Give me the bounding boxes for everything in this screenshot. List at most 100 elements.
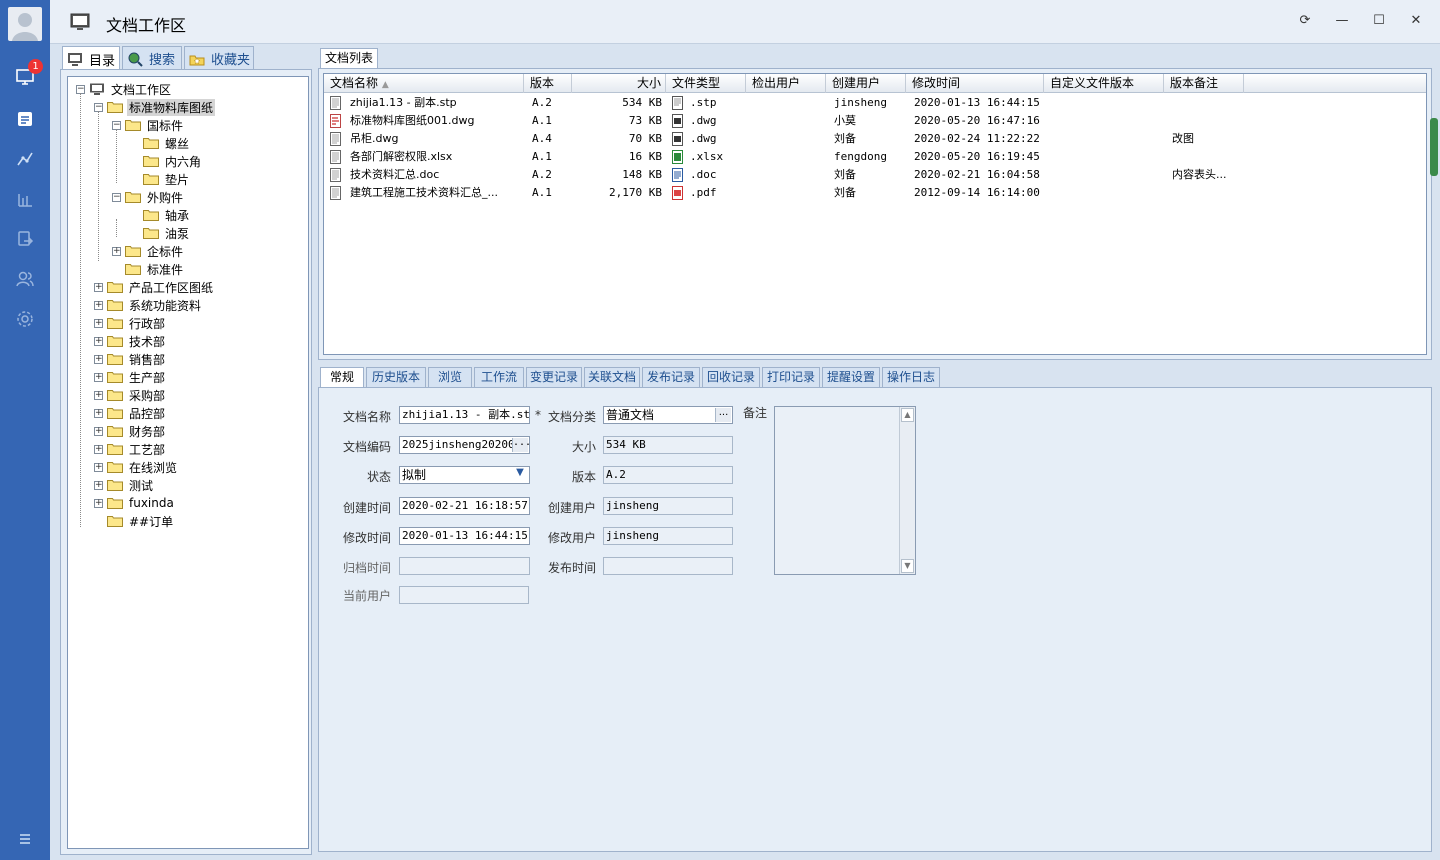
expand-icon[interactable]: +	[94, 300, 103, 310]
refresh-button[interactable]: ⟳	[1293, 10, 1317, 30]
created-time-field[interactable]: 2020-02-21 16:18:57	[399, 497, 530, 515]
tree-item[interactable]: + 测试	[94, 476, 155, 494]
expand-icon[interactable]: +	[94, 480, 103, 490]
nav-menu-icon[interactable]	[0, 824, 50, 854]
scroll-down-icon[interactable]: ▼	[901, 559, 914, 573]
notes-textarea[interactable]: ▲ ▼	[774, 406, 916, 575]
nav-documents-icon[interactable]	[0, 104, 50, 134]
code-field[interactable]: 2025jinsheng2020022 ...	[399, 436, 530, 454]
expand-icon[interactable]: +	[94, 498, 103, 508]
tree-item[interactable]: + fuxinda	[94, 494, 176, 512]
tree-item[interactable]: + 工艺部	[94, 440, 167, 458]
table-row[interactable]: 技术资料汇总.doc A.2 148 KB .doc 刘备 2020-02-21 16:0…	[324, 166, 1426, 184]
col-header-name[interactable]: 文档名称 ▲	[324, 74, 524, 93]
col-header-note[interactable]: 版本备注	[1164, 74, 1244, 93]
tab-detail[interactable]: 历史版本	[366, 367, 426, 387]
tab-detail[interactable]: 操作日志	[882, 367, 940, 387]
tree-item[interactable]: − 国标件	[112, 116, 185, 134]
tab-detail[interactable]: 变更记录	[526, 367, 582, 387]
nav-stats-icon[interactable]	[0, 184, 50, 214]
col-header-custom[interactable]: 自定义文件版本	[1044, 74, 1164, 93]
modified-time-field[interactable]: 2020-01-13 16:44:15	[399, 527, 530, 545]
avatar[interactable]	[8, 7, 42, 41]
nav-settings-icon[interactable]	[0, 304, 50, 334]
tab-detail[interactable]: 发布记录	[642, 367, 700, 387]
name-field[interactable]: zhijia1.13 - 副本.stp	[399, 406, 530, 424]
tab-detail[interactable]: 打印记录	[762, 367, 820, 387]
tree-root[interactable]: − 文档工作区	[76, 80, 173, 98]
expand-icon[interactable]: +	[94, 318, 103, 328]
code-browse-button[interactable]: ...	[512, 438, 529, 452]
expand-icon[interactable]: +	[94, 462, 103, 472]
tab-detail[interactable]: 工作流	[474, 367, 524, 387]
notes-scrollbar[interactable]: ▲ ▼	[899, 407, 915, 574]
expand-icon[interactable]: +	[94, 282, 103, 292]
tree-item[interactable]: + 系统功能资料	[94, 296, 203, 314]
tab-detail[interactable]: 常规	[320, 367, 364, 388]
expand-icon[interactable]: +	[94, 372, 103, 382]
published-time-field[interactable]	[603, 557, 733, 575]
tree-item[interactable]: + 生产部	[94, 368, 167, 386]
archived-time-field[interactable]	[399, 557, 530, 575]
category-browse-button[interactable]: ...	[715, 408, 731, 422]
tree-item[interactable]: 油泵	[130, 224, 191, 242]
tab-detail[interactable]: 浏览	[428, 367, 472, 387]
tree-item[interactable]: 垫片	[130, 170, 191, 188]
table-row[interactable]: zhijia1.13 - 副本.stp A.2 534 KB .stp jinsheng…	[324, 94, 1426, 112]
scroll-up-icon[interactable]: ▲	[901, 408, 914, 422]
tree-item[interactable]: + 品控部	[94, 404, 167, 422]
status-select[interactable]: 拟制 ▼	[399, 466, 530, 484]
expand-icon[interactable]: +	[94, 390, 103, 400]
tree-item[interactable]: + 行政部	[94, 314, 167, 332]
expand-icon[interactable]: +	[94, 354, 103, 364]
tree-item[interactable]: − 标准物料库图纸	[94, 98, 216, 116]
expand-icon[interactable]: +	[94, 408, 103, 418]
col-header-checkout[interactable]: 检出用户	[746, 74, 826, 93]
table-row[interactable]: 建筑工程施工技术资料汇总_... A.1 2,170 KB .pdf 刘备 2012-09…	[324, 184, 1426, 202]
tab-detail[interactable]: 回收记录	[702, 367, 760, 387]
col-header-version[interactable]: 版本	[524, 74, 572, 93]
tree-item[interactable]: − 外购件	[112, 188, 185, 206]
category-field[interactable]: 普通文档 ...	[603, 406, 733, 424]
col-header-creator[interactable]: 创建用户	[826, 74, 906, 93]
tree-item[interactable]: 轴承	[130, 206, 191, 224]
tree-item[interactable]: 标准件	[112, 260, 185, 278]
tab-catalog[interactable]: 目录	[62, 46, 120, 71]
nav-users-icon[interactable]	[0, 264, 50, 294]
tree-item[interactable]: + 产品工作区图纸	[94, 278, 215, 296]
expand-icon[interactable]: +	[94, 336, 103, 346]
collapse-icon[interactable]: −	[112, 192, 121, 202]
close-button[interactable]: ✕	[1404, 10, 1428, 30]
scrollbar[interactable]	[1430, 118, 1438, 176]
nav-trend-icon[interactable]	[0, 144, 50, 174]
col-header-type[interactable]: 文件类型	[666, 74, 746, 93]
tree-item[interactable]: 螺丝	[130, 134, 191, 152]
col-header-size[interactable]: 大小	[572, 74, 666, 93]
version-field[interactable]: A.2	[603, 466, 733, 484]
col-header-modified[interactable]: 修改时间	[906, 74, 1044, 93]
tree-item[interactable]: + 在线浏览	[94, 458, 179, 476]
document-grid[interactable]: 文档名称 ▲ 版本 大小 文件类型 检出用户 创建用户 修改时间 自定义文件版本…	[323, 73, 1427, 355]
tab-document-list[interactable]: 文档列表	[320, 48, 378, 68]
table-row[interactable]: 各部门解密权限.xlsx A.1 16 KB .xlsx fengdong 2020-05…	[324, 148, 1426, 166]
tab-search[interactable]: 搜索	[122, 46, 182, 70]
maximize-button[interactable]: ☐	[1367, 10, 1391, 30]
table-row[interactable]: 吊柜.dwg A.4 70 KB .dwg 刘备 2020-02-24 11:22:22 改…	[324, 130, 1426, 148]
minimize-button[interactable]: —	[1330, 10, 1354, 30]
tree-item[interactable]: 内六角	[130, 152, 203, 170]
table-row[interactable]: 标准物料库图纸001.dwg A.1 73 KB .dwg 小莫 2020-05-20 1…	[324, 112, 1426, 130]
size-field[interactable]: 534 KB	[603, 436, 733, 454]
modifier-field[interactable]: jinsheng	[603, 527, 733, 545]
tree-item[interactable]: + 财务部	[94, 422, 167, 440]
expand-icon[interactable]: +	[94, 426, 103, 436]
tree-item[interactable]: + 企标件	[112, 242, 185, 260]
tree-item[interactable]: + 采购部	[94, 386, 167, 404]
tab-detail[interactable]: 关联文档	[584, 367, 640, 387]
tab-favorites[interactable]: 收藏夹	[184, 46, 254, 70]
current-user-field[interactable]	[399, 586, 529, 604]
tree-item[interactable]: ##订单	[94, 512, 175, 530]
tab-detail[interactable]: 提醒设置	[822, 367, 880, 387]
chevron-down-icon[interactable]: ▼	[512, 468, 528, 482]
expand-icon[interactable]: +	[94, 444, 103, 454]
nav-exchange-icon[interactable]	[0, 224, 50, 254]
